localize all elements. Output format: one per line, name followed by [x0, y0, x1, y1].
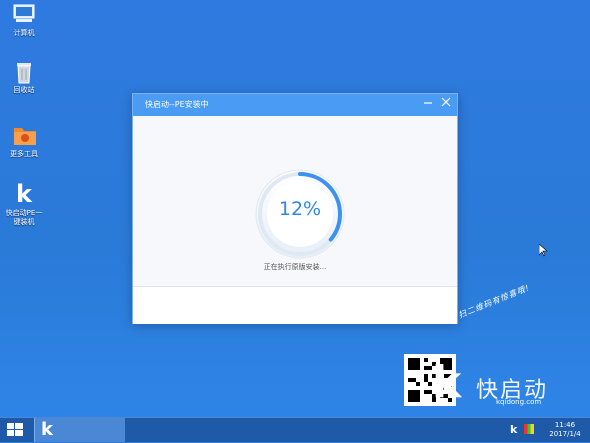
dialog-titlebar[interactable]: 快启动--PE安装中 [133, 94, 457, 116]
close-button[interactable] [439, 97, 453, 111]
dialog-body: 12% 正在执行原版安装... [133, 116, 457, 286]
desktop-icon-label: 快启动PE一 键装机 [5, 209, 43, 226]
taskbar-app-kqidong[interactable]: k [34, 418, 125, 442]
clock-date: 2017/1/4 [549, 430, 581, 438]
promo-slogan: 扫二维码有惊喜哦! [457, 283, 532, 320]
tray-kqidong-icon[interactable]: k [510, 423, 517, 436]
desktop-icon-computer[interactable]: 计算机 [2, 2, 46, 38]
dialog-footer [133, 286, 457, 324]
tray-app-icon[interactable] [524, 424, 534, 434]
desktop-icon-label: 更多工具 [10, 150, 38, 158]
taskbar-app-icon: k [41, 419, 53, 440]
dialog-title: 快启动--PE安装中 [145, 100, 209, 109]
taskbar: k k 11:46 2017/1/4 [0, 417, 590, 442]
clock[interactable]: 11:46 2017/1/4 [542, 421, 588, 439]
desktop-icon-recycle-bin[interactable]: 回收站 [2, 59, 46, 95]
status-text: 正在执行原版安装... [263, 263, 327, 271]
k-logo-icon: k [16, 180, 32, 208]
start-button[interactable] [4, 421, 26, 439]
folder-tools-icon [12, 123, 36, 147]
minimize-icon [424, 102, 432, 104]
desktop-icon-more-tools[interactable]: 更多工具 [2, 123, 46, 159]
computer-icon [12, 2, 36, 26]
desktop-icon-pe-installer[interactable]: k 快启动PE一 键装机 [2, 182, 46, 227]
progress-percent: 12% [278, 198, 322, 220]
recycle-bin-icon [12, 59, 36, 84]
close-icon [441, 97, 451, 107]
mouse-cursor-icon [538, 242, 548, 261]
desktop-icon-label: 回收站 [13, 86, 35, 94]
minimize-button[interactable] [421, 97, 435, 111]
install-dialog: 快启动--PE安装中 12% 正在执行原版安装... [132, 93, 458, 324]
clock-time: 11:46 [554, 421, 576, 429]
brand-url: kqidong.com [496, 398, 542, 406]
windows-logo-icon [7, 423, 23, 436]
brand-k-logo-icon: k [432, 357, 462, 408]
desktop-icon-label: 计算机 [13, 29, 35, 37]
